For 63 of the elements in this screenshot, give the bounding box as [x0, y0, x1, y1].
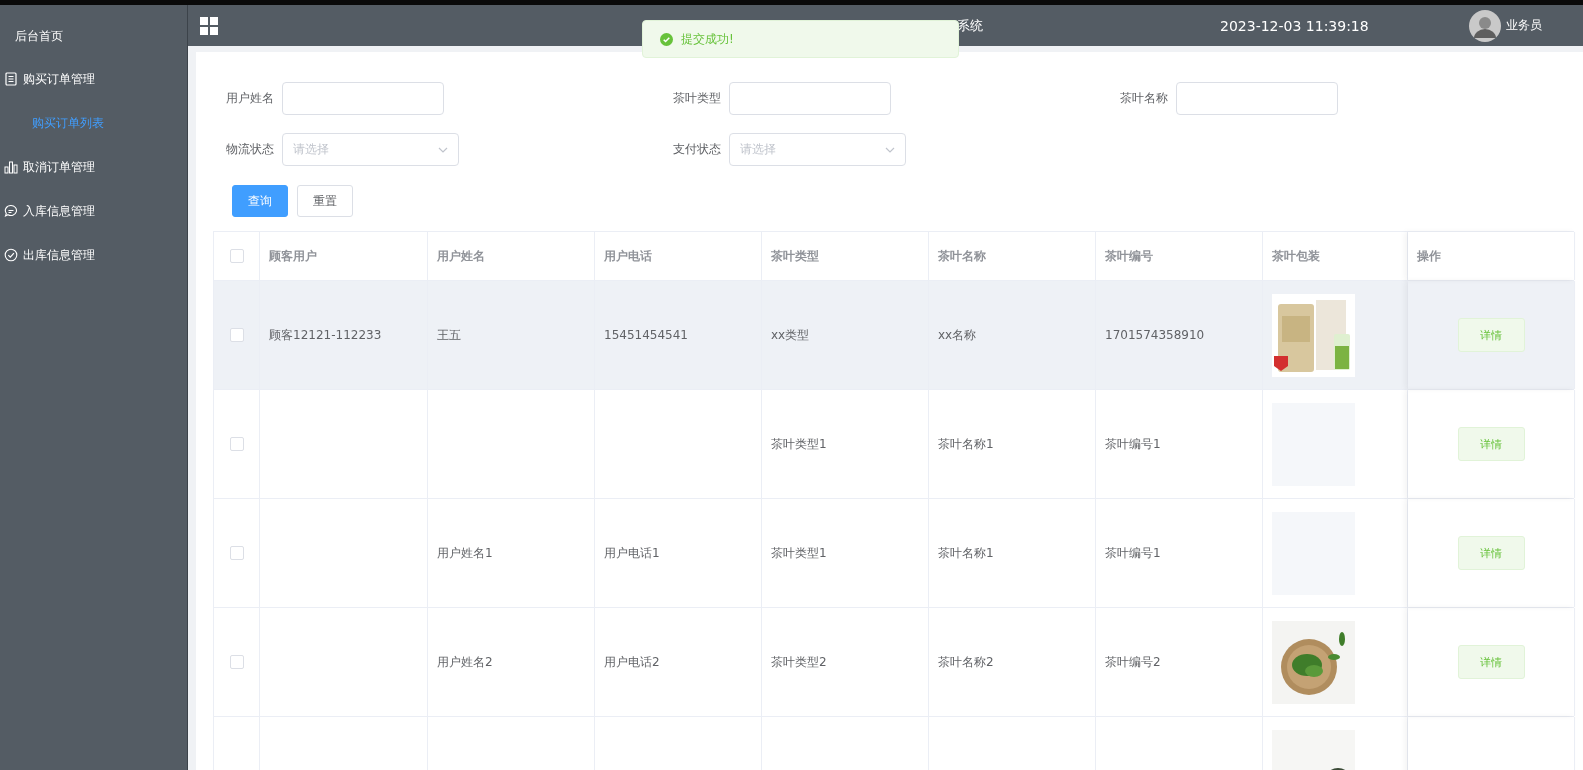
datetime: 2023-12-03 11:39:18 — [1220, 17, 1369, 34]
bar-chart-icon — [4, 160, 18, 174]
input-field[interactable] — [1176, 82, 1338, 115]
table-cell: 茶叶类型2 — [771, 653, 827, 671]
column-header: 用户姓名 — [437, 247, 485, 265]
column-header: 茶叶包装 — [1272, 247, 1320, 265]
table-cell: 用户姓名2 — [437, 653, 493, 671]
table-cell: 茶叶类型1 — [771, 435, 827, 453]
checkbox[interactable] — [229, 437, 244, 451]
table-cell: 茶叶名称1 — [938, 435, 994, 453]
grid-menu-icon[interactable] — [200, 16, 218, 35]
success-check-icon — [660, 32, 673, 46]
filter-label: 茶叶名称 — [1120, 90, 1166, 107]
table-row[interactable]: 茶叶类型1 茶叶名称1 茶叶编号1 详情 — [214, 390, 1574, 499]
sidebar-item[interactable]: 出库信息管理 — [0, 233, 187, 277]
table-row[interactable]: 用户姓名2 用户电话2 茶叶类型2 茶叶名称2 茶叶编号2 详情 — [214, 608, 1574, 717]
sidebar-item[interactable]: 购买订单管理 — [0, 57, 187, 101]
table-cell: 王五 — [437, 326, 461, 344]
toast-message: 提交成功! — [642, 20, 959, 58]
table-row[interactable]: 顾客12121-112233 王五 15451454541 xx类型 xx名称 1701574358910 详情 — [214, 281, 1574, 390]
system-title: 系统 — [957, 16, 983, 35]
chat-icon — [4, 204, 18, 218]
sidebar-item[interactable]: 入库信息管理 — [0, 189, 187, 233]
filter-label: 用户姓名 — [226, 90, 272, 107]
checkbox[interactable] — [229, 328, 244, 342]
check-circle-icon — [4, 248, 18, 262]
table-cell: 茶叶编号2 — [1105, 653, 1161, 671]
checkbox[interactable] — [229, 655, 244, 669]
table-cell: 顾客12121-112233 — [269, 326, 382, 344]
column-header: 茶叶类型 — [771, 247, 819, 265]
user-role[interactable]: 业务员 — [1505, 17, 1542, 34]
table-cell: 茶叶类型1 — [771, 544, 827, 562]
document-icon — [4, 72, 18, 86]
table-cell: 茶叶编号1 — [1105, 544, 1161, 562]
avatar-icon[interactable] — [1468, 9, 1501, 42]
filter-label: 茶叶类型 — [673, 90, 719, 107]
column-header: 操作 — [1417, 247, 1441, 265]
checkbox[interactable] — [229, 546, 244, 560]
chevron-down-icon — [885, 146, 895, 153]
column-header: 茶叶名称 — [938, 247, 986, 265]
column-header: 顾客用户 — [269, 247, 317, 265]
table-cell: 茶叶名称2 — [938, 653, 994, 671]
input-field[interactable] — [729, 82, 891, 115]
table-cell: 用户电话2 — [604, 653, 660, 671]
table-cell: 用户电话1 — [604, 544, 660, 562]
input-field[interactable] — [282, 82, 444, 115]
filter-label: 物流状态 — [226, 141, 272, 158]
column-header: 茶叶编号 — [1105, 247, 1153, 265]
sidebar-item[interactable]: 取消订单管理 — [0, 145, 187, 189]
sidebar-item[interactable]: 后台首页 — [0, 9, 187, 47]
checkbox[interactable] — [229, 249, 244, 263]
table-cell: 15451454541 — [604, 328, 688, 342]
table-cell: 茶叶名称1 — [938, 544, 994, 562]
table-cell: 1701574358910 — [1105, 328, 1205, 342]
column-header: 用户电话 — [604, 247, 652, 265]
table-cell: 用户姓名1 — [437, 544, 493, 562]
table-cell: xx名称 — [938, 326, 977, 344]
chevron-down-icon — [438, 146, 448, 153]
table-cell: xx类型 — [771, 326, 810, 344]
filter-label: 支付状态 — [673, 141, 719, 158]
reset-button[interactable]: 重置 — [297, 185, 353, 217]
table-row[interactable]: 用户姓名1 用户电话1 茶叶类型1 茶叶名称1 茶叶编号1 详情 — [214, 499, 1574, 608]
table-cell: 茶叶编号1 — [1105, 435, 1161, 453]
